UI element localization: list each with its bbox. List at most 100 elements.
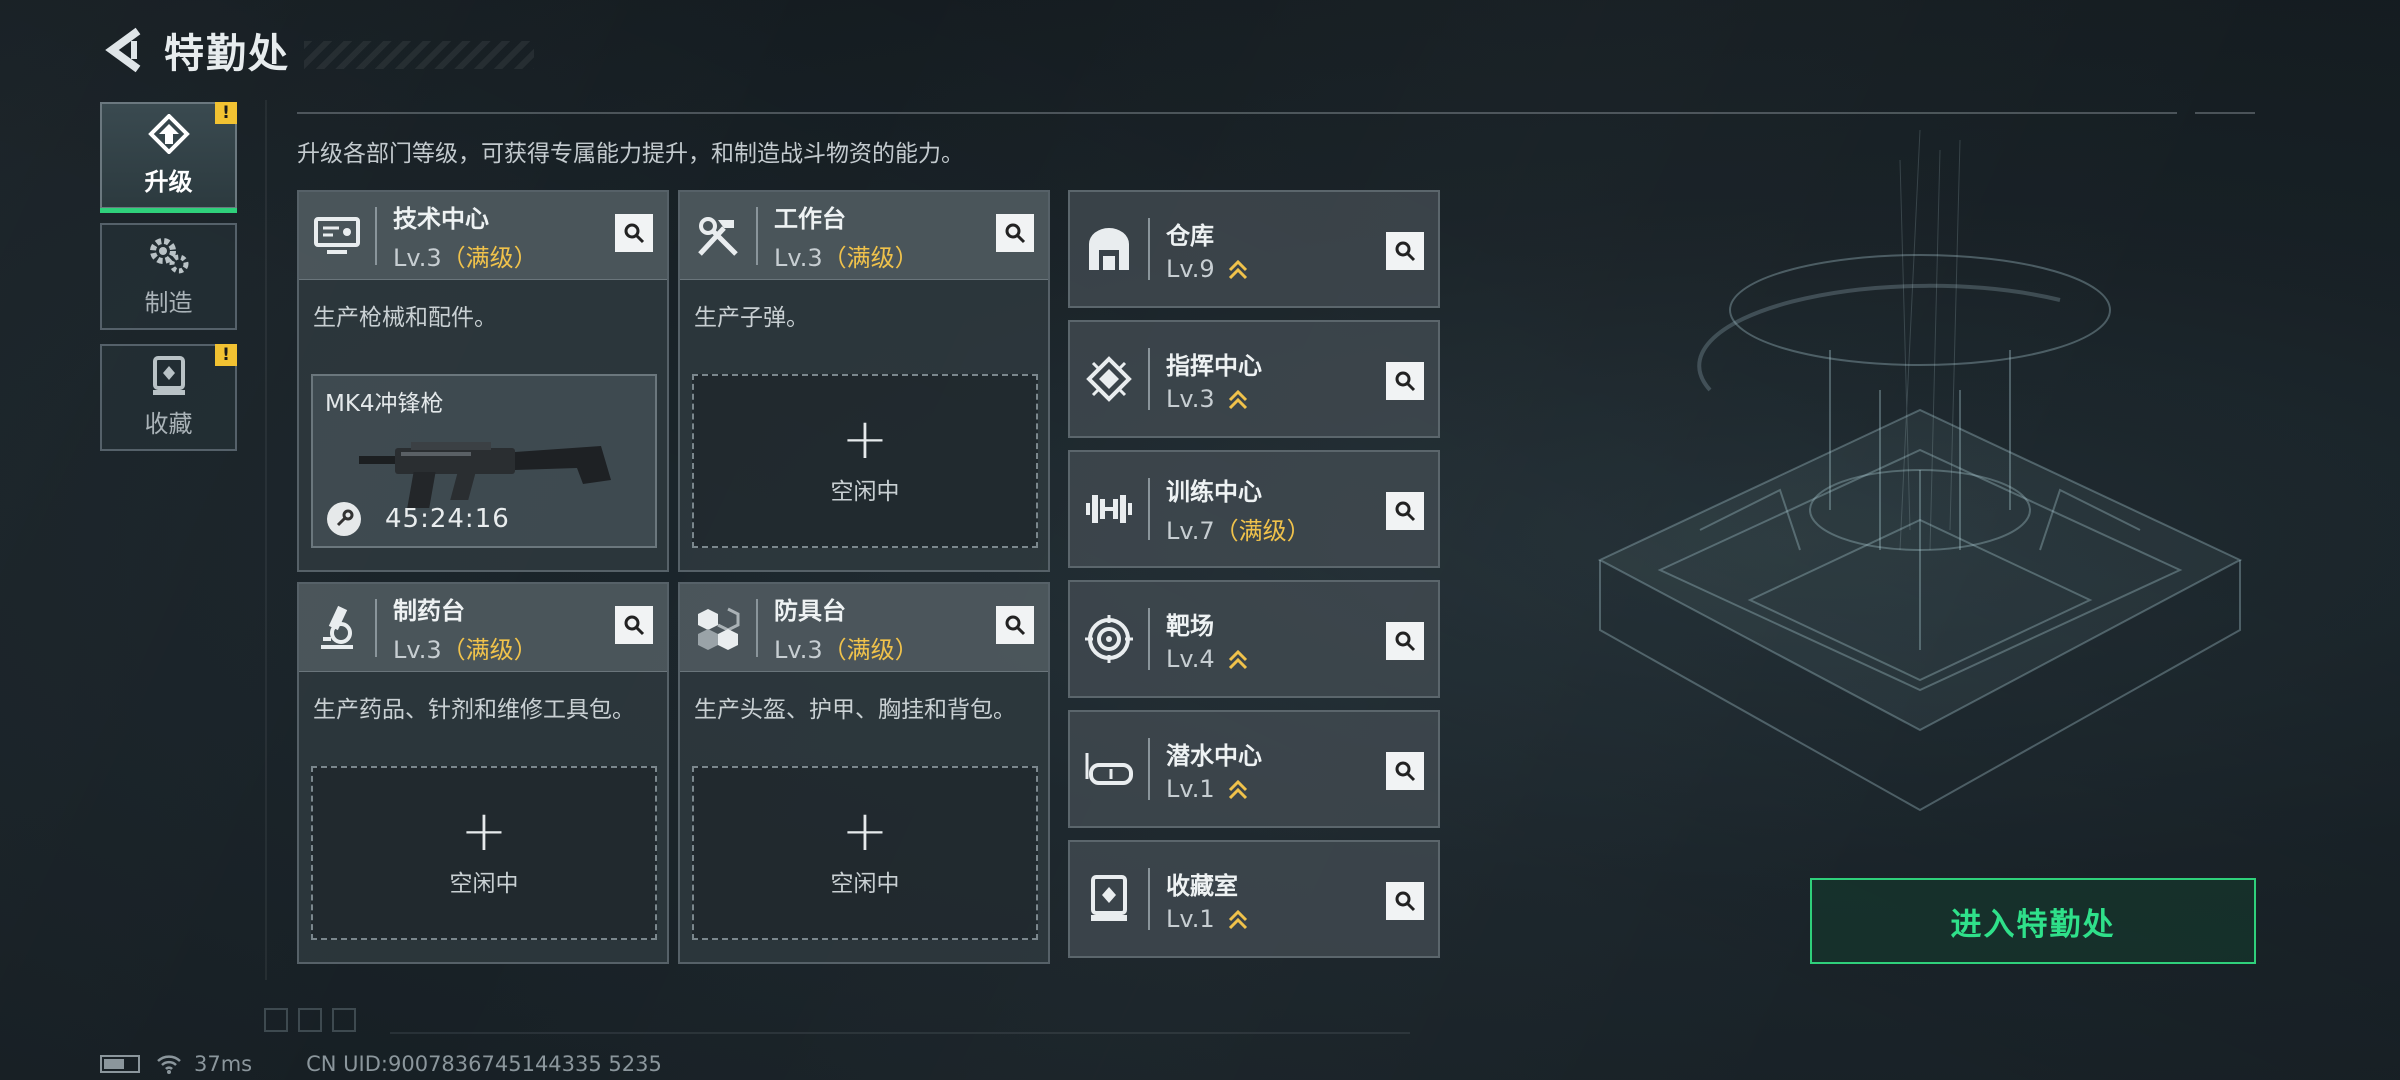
collection-icon [152,356,185,395]
card-warehouse[interactable]: 仓库 Lv.9 [1068,190,1440,308]
nav-label: 收藏 [144,410,193,438]
page-title: 特勤处 [164,31,290,77]
card-command-center[interactable]: 指挥中心 Lv.3 [1068,320,1440,438]
search-icon [1395,631,1416,652]
bottom-divider [390,1032,1410,1034]
search-button[interactable] [615,606,653,644]
search-icon [1395,371,1416,392]
smg-image [359,442,611,508]
card-title: 潜水中心 [1166,741,1262,770]
side-nav: ! 升级 制造 ! 收藏 [100,102,237,465]
alert-badge: ! [215,102,237,124]
user-uid: CN UID:9007836745144335 5235 [306,1052,662,1076]
footer-decoration [264,1008,356,1032]
nav-divider [265,100,267,980]
search-button[interactable] [996,214,1034,252]
upgrade-available-icon [1229,779,1248,799]
tools-icon [698,216,738,256]
wifi-icon [157,1055,181,1074]
card-collection-room[interactable]: 收藏室 Lv.1 [1068,840,1440,958]
search-button[interactable] [615,214,653,252]
goggles-icon [1085,753,1133,785]
card-title: 技术中心 [393,204,489,233]
slot-status: 空闲中 [830,871,900,897]
back-button[interactable] [100,22,148,78]
card-level: Lv.3（满级） [393,243,538,272]
nav-item-craft[interactable]: 制造 [100,223,237,330]
card-header: 制药台 Lv.3（满级） [299,584,667,672]
search-icon [1005,615,1026,636]
search-button[interactable] [1386,752,1424,790]
card-description: 生产药品、针剂和维修工具包。 [313,697,635,723]
warehouse-icon [1089,228,1129,270]
production-slot-item[interactable]: MK4冲锋枪 45:24:16 [311,374,657,548]
card-description: 生产头盔、护甲、胸挂和背包。 [694,697,1016,723]
slot-status: 空闲中 [830,479,900,505]
upgrade-available-icon [1229,909,1248,929]
header: 特勤处 [100,22,534,78]
search-button[interactable] [1386,492,1424,530]
nav-item-upgrade[interactable]: ! 升级 [100,102,237,213]
card-header: 技术中心 Lv.3（满级） [299,192,667,280]
back-arrow-icon [105,27,141,73]
enter-button-label: 进入特勤处 [1950,906,2116,943]
search-button[interactable] [1386,362,1424,400]
search-icon [1395,501,1416,522]
card-armor-bench[interactable]: 防具台 Lv.3（满级） 生产头盔、护甲、胸挂和背包。 + 空闲中 [678,582,1050,964]
plus-icon: + [460,799,508,864]
enter-special-ops-button[interactable]: 进入特勤处 [1810,878,2256,964]
card-pharmacy[interactable]: 制药台 Lv.3（满级） 生产药品、针剂和维修工具包。 + 空闲中 [297,582,669,964]
target-icon [1085,615,1133,663]
title-decoration [304,41,534,69]
card-level: Lv.3（满级） [393,635,538,664]
card-header: 工作台 Lv.3（满级） [680,192,1048,280]
card-tech-center[interactable]: 技术中心 Lv.3（满级） 生产枪械和配件。 MK4冲锋枪 45:24:16 [297,190,669,572]
upgrade-available-icon [1229,259,1248,279]
production-slot-empty[interactable]: + 空闲中 [692,374,1038,548]
card-title: 仓库 [1166,221,1214,250]
search-icon [624,223,645,244]
status-bar: 37ms CN UID:9007836745144335 5235 [100,1052,662,1076]
card-level: Lv.4 [1166,645,1248,673]
card-shooting-range[interactable]: 靶场 Lv.4 [1068,580,1440,698]
search-button[interactable] [1386,232,1424,270]
card-title: 收藏室 [1166,871,1238,900]
card-description: 生产子弹。 [694,305,809,331]
card-diving-center[interactable]: 潜水中心 Lv.1 [1068,710,1440,828]
card-training-center[interactable]: 训练中心 Lv.7（满级） [1068,450,1440,568]
search-button[interactable] [996,606,1034,644]
card-workbench[interactable]: 工作台 Lv.3（满级） 生产子弹。 + 空闲中 [678,190,1050,572]
top-divider-right [2195,112,2255,114]
plus-icon: + [841,407,889,472]
card-level: Lv.3（满级） [774,635,919,664]
search-icon [1395,891,1416,912]
upgrade-icon [147,114,190,154]
card-title: 训练中心 [1166,478,1262,506]
gears-icon [149,238,188,274]
card-level: Lv.7（满级） [1166,517,1311,545]
page-description: 升级各部门等级，可获得专属能力提升，和制造战斗物资的能力。 [297,141,964,167]
upgrade-available-icon [1229,649,1248,669]
top-divider [297,112,2177,114]
card-title: 工作台 [774,204,846,233]
microscope-icon [321,605,353,649]
upgrade-available-icon [1229,389,1248,409]
card-header: 防具台 Lv.3（满级） [680,584,1048,672]
card-title: 制药台 [393,596,465,625]
cubes-icon [698,607,740,650]
dumbbell-icon [1086,495,1132,523]
card-level: Lv.1 [1166,905,1248,933]
card-level: Lv.1 [1166,775,1262,803]
wrench-icon [327,502,361,536]
search-icon [1395,761,1416,782]
monitor-icon [314,216,360,254]
search-button[interactable] [1386,882,1424,920]
facility-hologram [1597,130,2243,812]
nav-label: 升级 [144,168,193,196]
card-description: 生产枪械和配件。 [313,305,497,331]
nav-item-collection[interactable]: ! 收藏 [100,344,237,451]
production-slot-empty[interactable]: + 空闲中 [311,766,657,940]
search-button[interactable] [1386,622,1424,660]
search-icon [1005,223,1026,244]
production-slot-empty[interactable]: + 空闲中 [692,766,1038,940]
